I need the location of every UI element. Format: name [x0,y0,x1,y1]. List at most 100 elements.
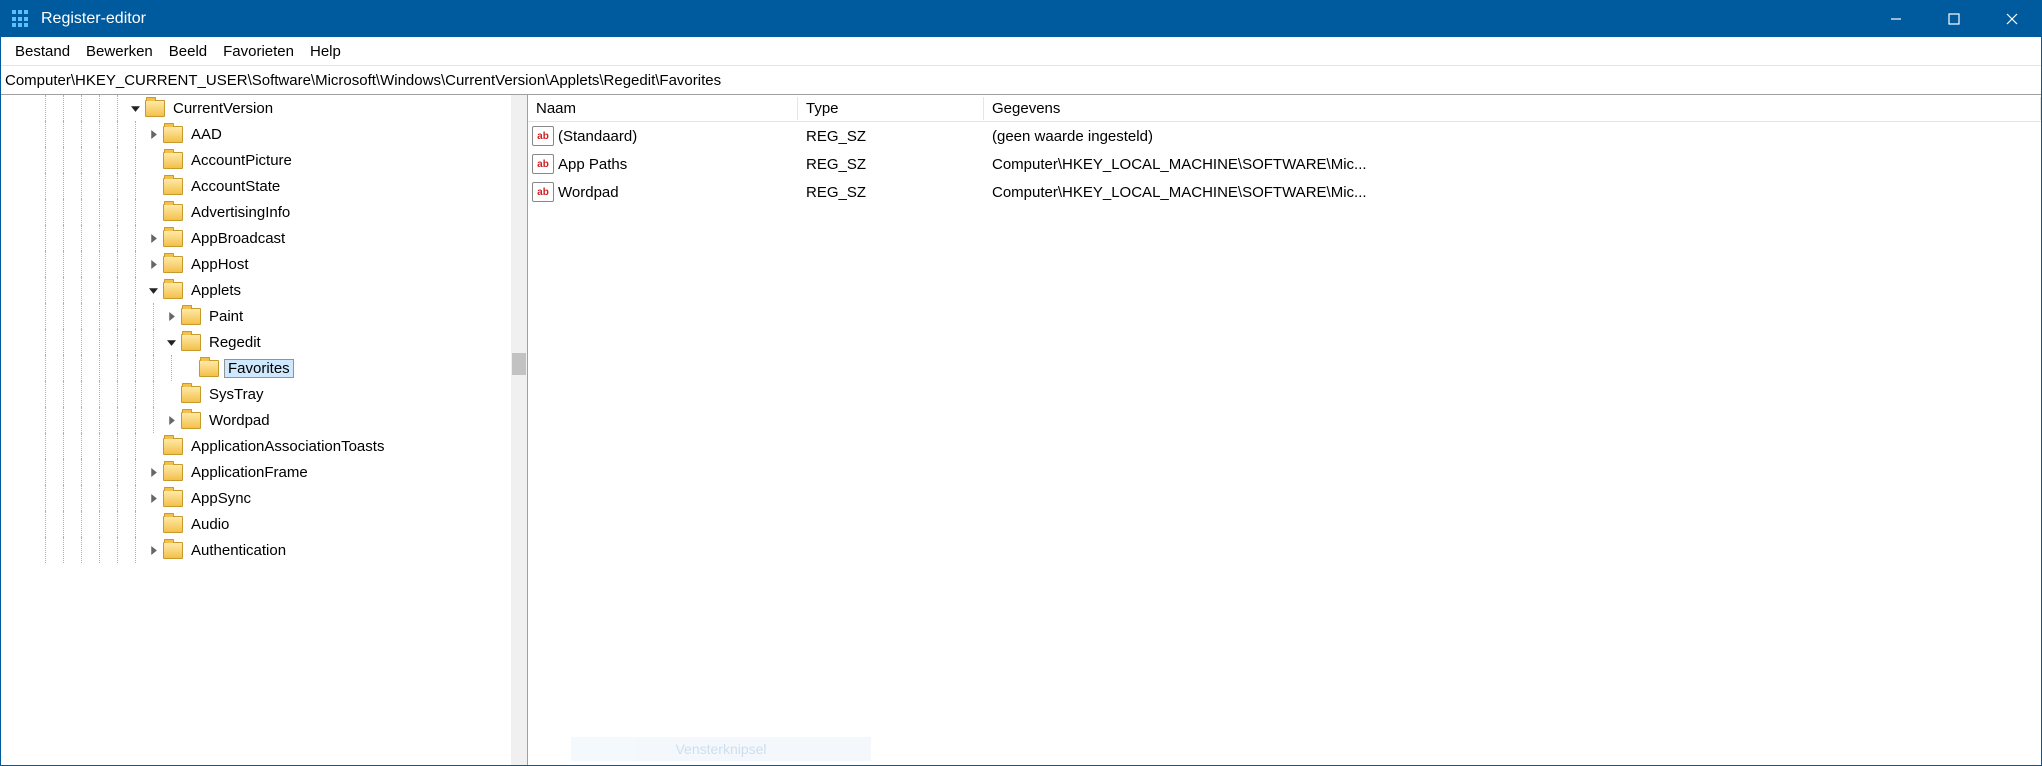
tree-item-label: AppHost [189,256,251,273]
list-pane: Naam Type Gegevens (Standaard)REG_SZ(gee… [528,95,2041,765]
value-type: REG_SZ [798,156,984,173]
tree-item[interactable]: Paint [1,303,511,329]
column-name[interactable]: Naam [528,97,798,120]
chevron-icon[interactable] [163,334,179,350]
tree-connector [181,360,197,376]
tree-connector [145,438,161,454]
menu-edit[interactable]: Bewerken [78,41,161,62]
folder-icon [163,438,183,455]
tree-item-label: Applets [189,282,243,299]
list-row[interactable]: Wordpad REG_SZComputer\HKEY_LOCAL_MACHINE… [528,178,2041,206]
tree-item[interactable]: AdvertisingInfo [1,199,511,225]
menubar: Bestand Bewerken Beeld Favorieten Help [1,37,2041,66]
folder-icon [181,412,201,429]
application-window: Register-editor Bestand Bewerken Beeld F… [0,0,2042,766]
menu-favorites[interactable]: Favorieten [215,41,302,62]
tree-item-label: Paint [207,308,245,325]
titlebar: Register-editor [1,1,2041,37]
chevron-icon[interactable] [127,100,143,116]
tree-scrollbar[interactable] [511,95,527,765]
close-button[interactable] [1983,1,2041,37]
chevron-icon[interactable] [145,230,161,246]
tree-item-label: Favorites [225,360,293,377]
chevron-icon[interactable] [145,464,161,480]
value-data: (geen waarde ingesteld) [984,128,2041,145]
menu-view[interactable]: Beeld [161,41,215,62]
tree-connector [145,178,161,194]
minimize-button[interactable] [1867,1,1925,37]
chevron-icon[interactable] [145,542,161,558]
tree-item[interactable]: Authentication [1,537,511,563]
menu-file[interactable]: Bestand [7,41,78,62]
list-row[interactable]: App Paths REG_SZComputer\HKEY_LOCAL_MACHI… [528,150,2041,178]
folder-icon [163,126,183,143]
tree-item[interactable]: AppHost [1,251,511,277]
folder-icon [163,464,183,481]
tree-item-label: ApplicationFrame [189,464,310,481]
address-path: Computer\HKEY_CURRENT_USER\Software\Micr… [5,72,721,89]
folder-icon [199,360,219,377]
folder-icon [163,152,183,169]
menu-help[interactable]: Help [302,41,349,62]
value-name: Wordpad [558,184,619,201]
tree-item-label: SysTray [207,386,265,403]
value-type: REG_SZ [798,184,984,201]
tree-item[interactable]: AppSync [1,485,511,511]
tree-item[interactable]: ApplicationAssociationToasts [1,433,511,459]
scrollbar-thumb[interactable] [512,353,526,375]
tree-item-label: AdvertisingInfo [189,204,292,221]
tree-item-label: Regedit [207,334,263,351]
folder-icon [163,542,183,559]
chevron-icon[interactable] [163,308,179,324]
tree-item[interactable]: CurrentVersion [1,95,511,121]
tree-item-label: Audio [189,516,231,533]
tree-connector [145,152,161,168]
tree-item-label: AppBroadcast [189,230,287,247]
tree-item-label: AccountState [189,178,282,195]
tree-item[interactable]: Audio [1,511,511,537]
folder-icon [181,386,201,403]
value-data: Computer\HKEY_LOCAL_MACHINE\SOFTWARE\Mic… [984,184,2041,201]
tree-item-label: ApplicationAssociationToasts [189,438,386,455]
value-name: (Standaard) [558,128,637,145]
value-type: REG_SZ [798,128,984,145]
folder-icon [163,516,183,533]
folder-icon [163,282,183,299]
column-type[interactable]: Type [798,97,984,120]
tree-item[interactable]: SysTray [1,381,511,407]
tree-item[interactable]: AAD [1,121,511,147]
tree-item[interactable]: Favorites [1,355,511,381]
window-title: Register-editor [41,10,146,28]
list-row[interactable]: (Standaard) REG_SZ(geen waarde ingesteld) [528,122,2041,150]
list-header: Naam Type Gegevens [528,95,2041,122]
tree-item[interactable]: Regedit [1,329,511,355]
string-value-icon [532,182,554,202]
list-body: (Standaard)REG_SZ(geen waarde ingesteld)… [528,122,2041,765]
tree-item-label: AAD [189,126,224,143]
chevron-icon[interactable] [145,282,161,298]
app-icon [11,9,31,29]
tree-item[interactable]: Applets [1,277,511,303]
tree-connector [145,204,161,220]
chevron-icon[interactable] [145,490,161,506]
maximize-button[interactable] [1925,1,1983,37]
tree-item[interactable]: AccountPicture [1,147,511,173]
value-data: Computer\HKEY_LOCAL_MACHINE\SOFTWARE\Mic… [984,156,2041,173]
tree-item[interactable]: ApplicationFrame [1,459,511,485]
address-bar[interactable]: Computer\HKEY_CURRENT_USER\Software\Micr… [1,66,2041,95]
chevron-icon[interactable] [163,412,179,428]
tree-item-label: AccountPicture [189,152,294,169]
tree-item[interactable]: AppBroadcast [1,225,511,251]
chevron-icon[interactable] [145,256,161,272]
folder-icon [163,256,183,273]
folder-icon [181,334,201,351]
column-data[interactable]: Gegevens [984,97,2041,120]
folder-icon [163,178,183,195]
tree-item[interactable]: AccountState [1,173,511,199]
value-name: App Paths [558,156,627,173]
tree-connector [163,386,179,402]
tree-item-label: AppSync [189,490,253,507]
chevron-icon[interactable] [145,126,161,142]
tree-item[interactable]: Wordpad [1,407,511,433]
tree-pane: CurrentVersion AAD AccountPicture AccountSt… [1,95,528,765]
